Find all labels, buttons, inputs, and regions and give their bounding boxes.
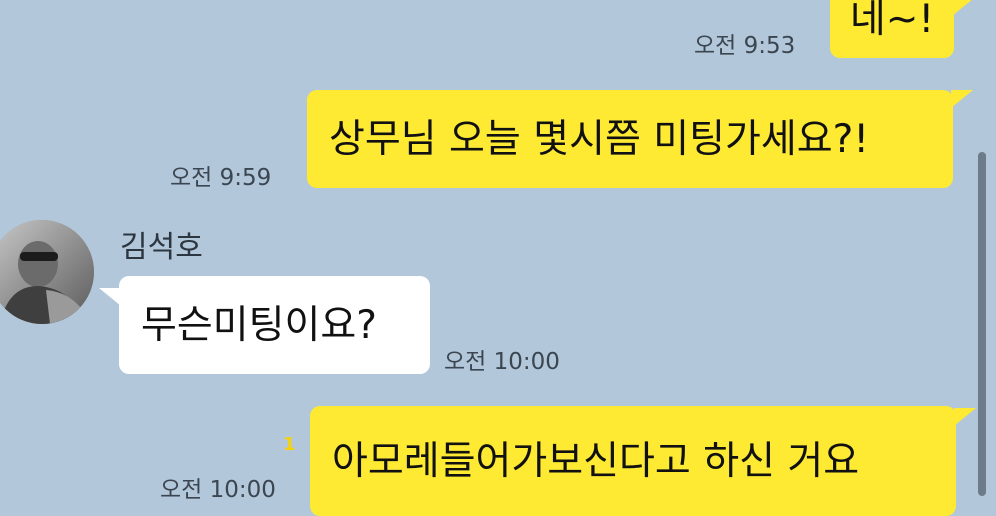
- message-text: 네~!: [849, 0, 935, 42]
- message-time: 오전 10:00: [444, 349, 560, 375]
- sender-name: 김석호: [120, 230, 203, 265]
- message-time: 오전 9:53: [694, 33, 796, 59]
- unread-count: 1: [283, 434, 296, 455]
- profile-photo-icon: [0, 220, 94, 324]
- other-message-bubble[interactable]: 무슨미팅이요?: [119, 276, 430, 374]
- avatar[interactable]: [0, 220, 94, 324]
- bubble-tail: [952, 0, 974, 16]
- bubble-tail: [951, 90, 973, 108]
- message-text: 무슨미팅이요?: [141, 302, 377, 348]
- message-text: 상무님 오늘 몇시쯤 미팅가세요?!: [329, 116, 869, 162]
- message-time: 오전 10:00: [160, 477, 276, 503]
- message-time: 오전 9:59: [170, 165, 272, 191]
- bubble-tail: [99, 288, 121, 306]
- bubble-tail: [954, 408, 976, 426]
- my-message-bubble[interactable]: 아모레들어가보신다고 하신 거요: [310, 406, 956, 516]
- my-message-bubble[interactable]: 네~!: [830, 0, 954, 58]
- scrollbar[interactable]: [978, 152, 986, 496]
- my-message-bubble[interactable]: 상무님 오늘 몇시쯤 미팅가세요?!: [307, 90, 953, 188]
- message-text: 아모레들어가보신다고 하신 거요: [332, 438, 860, 484]
